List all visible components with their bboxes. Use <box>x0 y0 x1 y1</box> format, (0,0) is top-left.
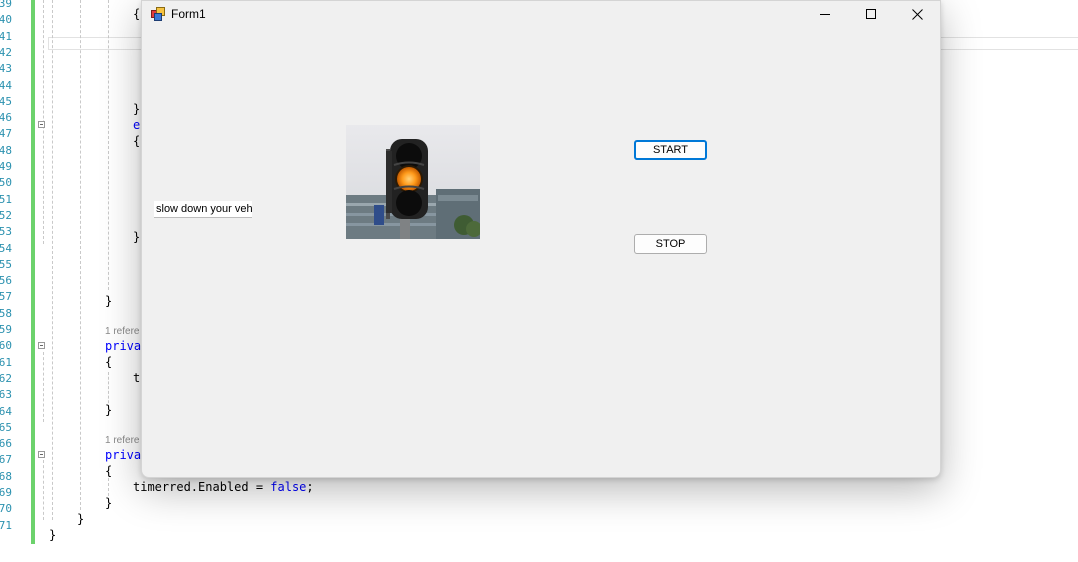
change-tracking-bar <box>31 0 35 544</box>
title-bar[interactable]: Form1 <box>142 1 940 29</box>
code-keyword: priva <box>105 339 142 353</box>
maximize-icon <box>866 9 876 19</box>
code-text: } <box>105 403 113 417</box>
code-text: } <box>77 512 85 526</box>
code-keyword: priva <box>105 448 142 462</box>
line-number: 41 <box>0 29 12 43</box>
line-number: 53 <box>0 225 12 239</box>
line-number: 61 <box>0 355 12 369</box>
line-number: 48 <box>0 143 12 157</box>
code-text: } <box>133 230 141 244</box>
maximize-button[interactable] <box>848 1 894 27</box>
code-statement: timerred.Enabled = false; <box>133 479 314 495</box>
line-number: 54 <box>0 241 12 255</box>
line-number: 62 <box>0 371 12 385</box>
code-text: } <box>105 496 113 510</box>
line-number: 44 <box>0 78 12 92</box>
line-number: 40 <box>0 13 12 27</box>
fold-toggle-icon[interactable] <box>38 342 45 349</box>
line-number: 42 <box>0 45 12 59</box>
code-text: } <box>133 102 141 116</box>
app-icon <box>151 7 165 21</box>
indent-guide <box>80 0 81 510</box>
window-title: Form1 <box>171 7 206 21</box>
indent-guide <box>52 0 53 520</box>
code-text: ; <box>306 480 314 494</box>
code-text: { <box>105 355 113 369</box>
line-number: 55 <box>0 257 12 271</box>
line-number: 64 <box>0 404 12 418</box>
line-number: 71 <box>0 518 12 532</box>
line-number: 43 <box>0 62 12 76</box>
line-number: 45 <box>0 94 12 108</box>
line-number: 63 <box>0 388 12 402</box>
minimize-button[interactable] <box>802 1 848 27</box>
line-number: 56 <box>0 274 12 288</box>
line-number: 67 <box>0 453 12 467</box>
code-text: { <box>133 7 141 21</box>
line-number: 57 <box>0 290 12 304</box>
indent-guide <box>43 460 44 520</box>
line-number: 60 <box>0 339 12 353</box>
line-number: 51 <box>0 192 12 206</box>
stop-button[interactable]: STOP <box>634 234 707 254</box>
code-text: } <box>105 294 113 308</box>
code-keyword: false <box>270 480 307 494</box>
line-number: 70 <box>0 502 12 516</box>
references-codelens[interactable]: 1 refere <box>105 435 139 446</box>
minimize-icon <box>820 14 830 15</box>
line-number: 47 <box>0 127 12 141</box>
line-number: 59 <box>0 323 12 336</box>
code-text: } <box>49 528 57 542</box>
traffic-light-image <box>346 125 480 239</box>
line-number: 39 <box>0 0 12 10</box>
line-number: 49 <box>0 160 12 173</box>
line-number: 46 <box>0 111 12 125</box>
code-text: { <box>105 464 113 478</box>
traffic-light-picture <box>346 125 480 239</box>
indent-guide <box>43 352 44 422</box>
code-keyword: e <box>133 118 141 132</box>
fold-toggle-icon[interactable] <box>38 121 45 128</box>
fold-toggle-icon[interactable] <box>38 451 45 458</box>
line-number: 58 <box>0 306 12 320</box>
code-text: timerred.Enabled = <box>133 480 271 494</box>
code-text: { <box>133 134 141 148</box>
line-number: 50 <box>0 176 12 190</box>
line-number: 69 <box>0 486 12 499</box>
line-number: 66 <box>0 437 12 451</box>
line-number: 65 <box>0 420 12 434</box>
references-codelens[interactable]: 1 refere <box>105 326 139 337</box>
indent-guide <box>108 478 109 496</box>
close-icon <box>911 8 923 20</box>
code-text: t <box>133 371 141 385</box>
form1-window[interactable]: Form1 slow down your veh START STOP <box>141 0 941 478</box>
indent-guide <box>108 0 109 290</box>
close-button[interactable] <box>894 1 940 27</box>
start-button[interactable]: START <box>634 140 707 160</box>
line-number: 52 <box>0 208 12 222</box>
message-label: slow down your veh <box>154 201 252 218</box>
line-number: 68 <box>0 469 12 483</box>
